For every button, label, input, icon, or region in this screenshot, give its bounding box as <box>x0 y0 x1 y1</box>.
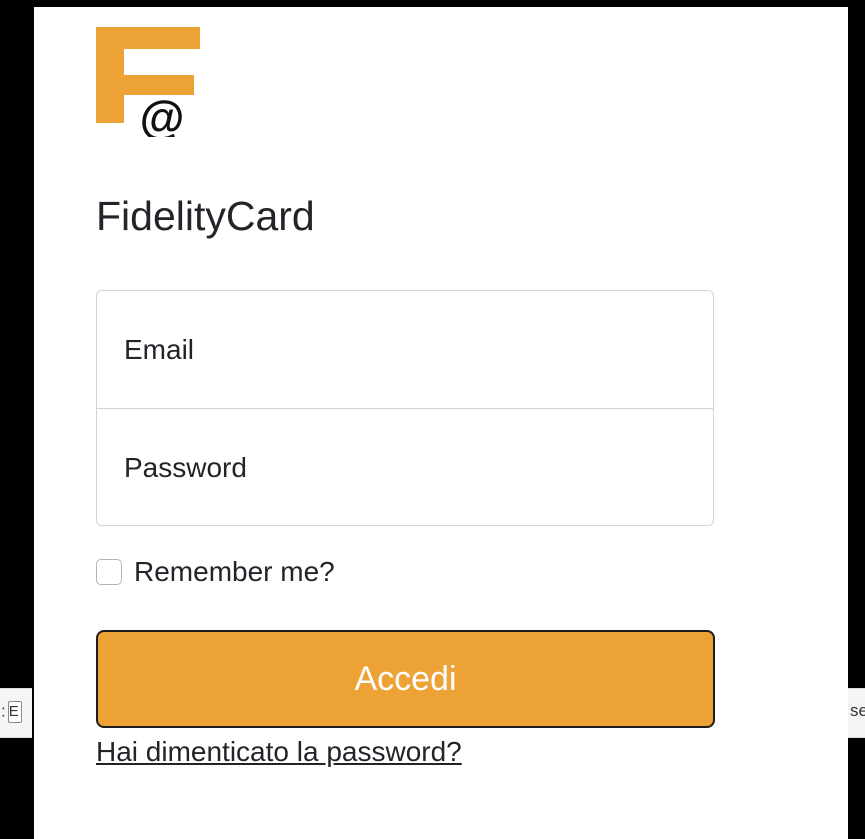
credentials-group <box>96 290 714 526</box>
background-fragment-right: se <box>850 701 865 720</box>
remember-me-checkbox[interactable] <box>96 559 122 585</box>
background-fragment-left: : <box>1 701 6 721</box>
remember-me-label: Remember me? <box>134 556 335 587</box>
login-card: @ FidelityCard Remember me? Accedi Hai d… <box>34 7 848 839</box>
screen: :E se @ FidelityCard Remember me? Accedi… <box>0 0 865 839</box>
background-field-left: E <box>7 701 22 723</box>
fidelitycard-logo-icon: @ <box>96 27 200 137</box>
background-page-left: :E <box>0 688 32 738</box>
login-button[interactable]: Accedi <box>96 630 715 728</box>
page-title: FidelityCard <box>96 193 315 239</box>
password-field[interactable] <box>97 409 713 526</box>
remember-me[interactable]: Remember me? <box>96 556 335 588</box>
svg-text:@: @ <box>140 91 185 137</box>
email-field[interactable] <box>97 291 713 408</box>
forgot-password-link[interactable]: Hai dimenticato la password? <box>96 736 462 768</box>
